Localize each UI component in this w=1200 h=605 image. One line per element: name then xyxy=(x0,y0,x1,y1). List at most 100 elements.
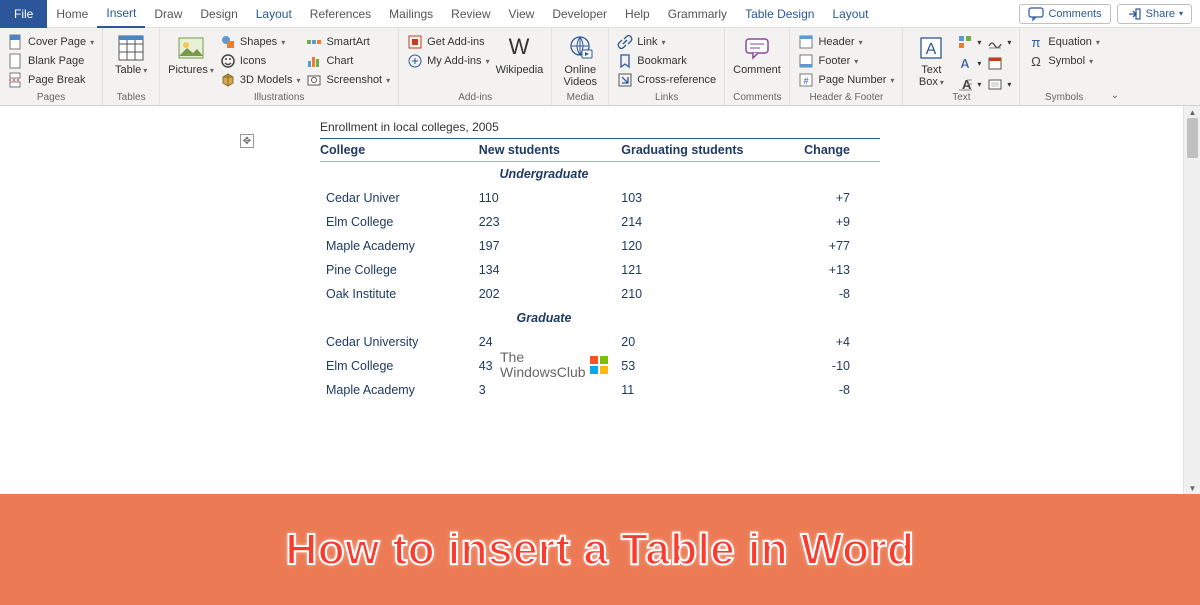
table-row[interactable]: Cedar University2420+4 xyxy=(320,330,880,354)
table-header: New students xyxy=(473,139,616,162)
header-button[interactable]: Header xyxy=(798,34,894,50)
svg-text:π: π xyxy=(1032,35,1041,50)
table-button[interactable]: Table xyxy=(111,30,151,76)
table-move-handle[interactable]: ✥ xyxy=(240,134,254,148)
equation-button[interactable]: πEquation xyxy=(1028,34,1099,50)
drop-cap-button[interactable]: A▾ xyxy=(957,76,981,92)
page: ✥ Enrollment in local colleges, 2005 Col… xyxy=(240,116,960,402)
group-symbols: πEquation ΩSymbol Symbols xyxy=(1020,28,1107,105)
svg-text:#: # xyxy=(804,76,809,86)
enrollment-table[interactable]: CollegeNew studentsGraduating studentsCh… xyxy=(320,138,880,402)
group-illustrations: Pictures Shapes Icons 3D Models SmartArt… xyxy=(160,28,399,105)
table-row[interactable]: Pine College134121+13 xyxy=(320,258,880,282)
wikipedia-button[interactable]: W Wikipedia xyxy=(496,30,544,76)
scroll-down-icon[interactable]: ▼ xyxy=(1184,482,1200,494)
link-button[interactable]: Link xyxy=(617,34,716,50)
3d-models-button[interactable]: 3D Models xyxy=(220,72,301,88)
tab-mailings[interactable]: Mailings xyxy=(380,0,442,28)
page-break-button[interactable]: Page Break xyxy=(8,72,94,88)
footer-button[interactable]: Footer xyxy=(798,53,894,69)
table-header: Change xyxy=(788,139,880,162)
share-button[interactable]: Share ▾ xyxy=(1117,4,1192,24)
svg-text:A: A xyxy=(926,41,937,58)
scroll-thumb[interactable] xyxy=(1187,118,1198,158)
svg-text:Ω: Ω xyxy=(1032,54,1042,69)
cross-reference-button[interactable]: Cross-reference xyxy=(617,72,716,88)
ribbon-collapse-button[interactable]: ⌄ xyxy=(1108,28,1122,105)
comment-button[interactable]: Comment xyxy=(733,30,781,76)
object-button[interactable]: ▾ xyxy=(987,76,1011,92)
symbol-button[interactable]: ΩSymbol xyxy=(1028,53,1099,69)
tab-references[interactable]: References xyxy=(301,0,380,28)
get-addins-button[interactable]: Get Add-ins xyxy=(407,34,489,50)
ribbon-tabs: File HomeInsertDrawDesignLayoutReference… xyxy=(0,0,1200,28)
online-videos-button[interactable]: Online Videos xyxy=(560,30,600,88)
tab-layout[interactable]: Layout xyxy=(247,0,301,28)
group-label-addins: Add-ins xyxy=(407,92,543,105)
cover-page-button[interactable]: Cover Page xyxy=(8,34,94,50)
group-label-hf: Header & Footer xyxy=(798,92,894,105)
section-header: Undergraduate xyxy=(473,162,616,187)
signature-line-button[interactable]: ▾ xyxy=(987,34,1011,50)
tab-grammarly[interactable]: Grammarly xyxy=(659,0,736,28)
tab-review[interactable]: Review xyxy=(442,0,499,28)
group-label-media: Media xyxy=(560,92,600,105)
table-row[interactable]: Cedar Univer110103+7 xyxy=(320,186,880,210)
group-label-comments: Comments xyxy=(733,92,781,105)
tab-home[interactable]: Home xyxy=(47,0,97,28)
table-header: College xyxy=(320,139,473,162)
tab-design[interactable]: Design xyxy=(191,0,246,28)
banner-text: How to insert a Table in Word xyxy=(286,525,915,575)
wordart-button[interactable]: A▾ xyxy=(957,55,981,71)
group-media: Online Videos Media xyxy=(552,28,609,105)
tab-file[interactable]: File xyxy=(0,0,47,28)
screenshot-button[interactable]: Screenshot xyxy=(306,72,390,88)
scroll-up-icon[interactable]: ▲ xyxy=(1184,106,1200,118)
text-box-button[interactable]: A Text Box xyxy=(911,30,951,88)
tab-insert[interactable]: Insert xyxy=(97,0,145,28)
vertical-scrollbar[interactable]: ▲ ▼ xyxy=(1183,106,1200,494)
table-row[interactable]: Maple Academy197120+77 xyxy=(320,234,880,258)
table-row[interactable]: Elm College4353-10 xyxy=(320,354,880,378)
table-header: Graduating students xyxy=(615,139,788,162)
comments-label: Comments xyxy=(1048,8,1101,20)
table-row[interactable]: Elm College223214+9 xyxy=(320,210,880,234)
svg-text:W: W xyxy=(509,34,530,59)
tab-draw[interactable]: Draw xyxy=(145,0,191,28)
shapes-button[interactable]: Shapes xyxy=(220,34,301,50)
date-time-button[interactable] xyxy=(987,55,1011,71)
share-label: Share xyxy=(1146,8,1175,20)
group-tables: Table Tables xyxy=(103,28,160,105)
section-header: Graduate xyxy=(473,306,616,330)
ribbon: Cover Page Blank Page Page Break Pages T… xyxy=(0,28,1200,106)
svg-text:A: A xyxy=(961,56,971,71)
group-label-tables: Tables xyxy=(111,92,151,105)
group-label-symbols: Symbols xyxy=(1028,92,1099,105)
my-addins-button[interactable]: My Add-ins xyxy=(407,53,489,69)
quick-parts-button[interactable]: ▾ xyxy=(957,34,981,50)
blank-page-button[interactable]: Blank Page xyxy=(8,53,94,69)
chart-button[interactable]: Chart xyxy=(306,53,390,69)
comments-button[interactable]: Comments xyxy=(1019,4,1110,24)
table-row[interactable]: Oak Institute202210-8 xyxy=(320,282,880,306)
group-label-illustrations: Illustrations xyxy=(168,92,390,105)
tab-developer[interactable]: Developer xyxy=(543,0,616,28)
pictures-button[interactable]: Pictures xyxy=(168,30,214,76)
page-number-button[interactable]: #Page Number xyxy=(798,72,894,88)
group-addins: Get Add-ins My Add-ins W Wikipedia Add-i… xyxy=(399,28,552,105)
table-caption: Enrollment in local colleges, 2005 xyxy=(320,120,960,134)
icons-button[interactable]: Icons xyxy=(220,53,301,69)
bookmark-button[interactable]: Bookmark xyxy=(617,53,716,69)
group-label-pages: Pages xyxy=(8,92,94,105)
tab-table-design[interactable]: Table Design xyxy=(736,0,823,28)
table-row[interactable]: Maple Academy311-8 xyxy=(320,378,880,402)
group-links: Link Bookmark Cross-reference Links xyxy=(609,28,725,105)
group-comments: Comment Comments xyxy=(725,28,790,105)
smartart-button[interactable]: SmartArt xyxy=(306,34,390,50)
tab-layout[interactable]: Layout xyxy=(823,0,877,28)
group-text: A Text Box ▾ A▾ A▾ ▾ ▾ Text xyxy=(903,28,1020,105)
tab-view[interactable]: View xyxy=(500,0,544,28)
tab-help[interactable]: Help xyxy=(616,0,659,28)
group-label-links: Links xyxy=(617,92,716,105)
document-area[interactable]: ✥ Enrollment in local colleges, 2005 Col… xyxy=(0,106,1200,494)
